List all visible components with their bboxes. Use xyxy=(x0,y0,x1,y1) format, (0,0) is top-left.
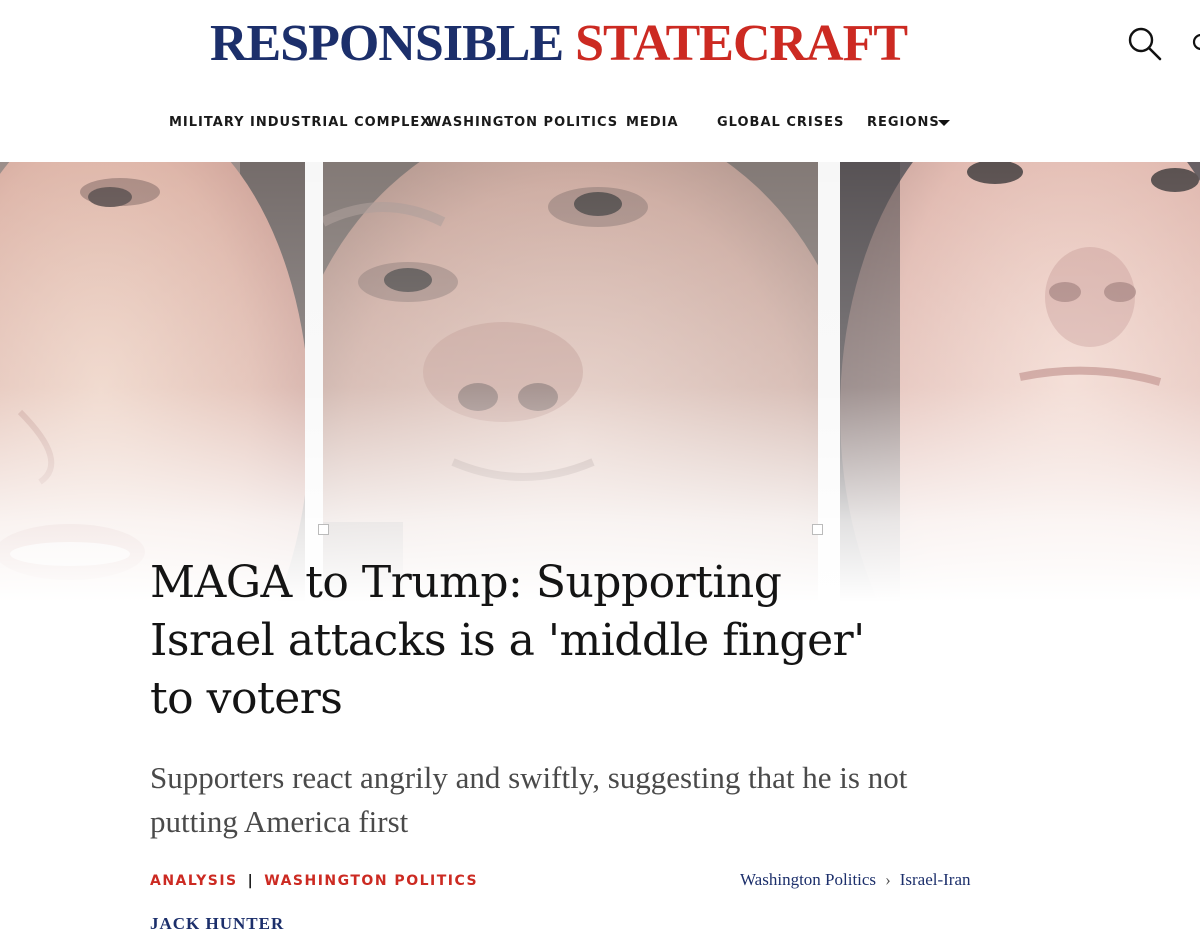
article-headline: MAGA to Trump: Supporting Israel attacks… xyxy=(150,557,865,724)
site-header: RESPONSIBLE STATECRAFT xyxy=(0,0,1200,85)
category-analysis-link[interactable]: ANALYSIS xyxy=(150,873,238,889)
nav-item-regions[interactable]: REGIONS xyxy=(867,114,940,132)
chevron-down-icon[interactable] xyxy=(938,120,950,126)
search-icon xyxy=(1128,27,1162,61)
site-logo[interactable]: RESPONSIBLE STATECRAFT xyxy=(210,14,908,74)
category-washington-politics-link[interactable]: WASHINGTON POLITICS xyxy=(264,873,478,889)
partial-icon[interactable] xyxy=(1190,32,1200,52)
nav-item-media[interactable]: MEDIA xyxy=(626,114,679,132)
main-nav: MILITARY INDUSTRIAL COMPLEX WASHINGTON P… xyxy=(0,84,1200,162)
nav-item-washington-politics[interactable]: WASHINGTON POLITICS xyxy=(427,114,618,132)
logo-text-responsible: RESPONSIBLE xyxy=(210,15,564,72)
breadcrumb-israel-iran[interactable]: Israel-Iran xyxy=(900,870,971,889)
category-separator: | xyxy=(247,873,255,889)
nav-item-military-industrial-complex[interactable]: MILITARY INDUSTRIAL COMPLEX xyxy=(169,114,431,132)
nav-item-global-crises[interactable]: GLOBAL CRISES xyxy=(717,114,844,132)
breadcrumb: Washington Politics › Israel-Iran xyxy=(740,870,971,890)
resize-handle[interactable] xyxy=(318,524,329,535)
article-categories: ANALYSIS | WASHINGTON POLITICS xyxy=(150,872,478,890)
author-byline[interactable]: JACK HUNTER xyxy=(150,914,284,934)
breadcrumb-washington-politics[interactable]: Washington Politics xyxy=(740,870,876,889)
article-subheadline: Supporters react angrily and swiftly, su… xyxy=(150,760,908,839)
logo-text-statecraft: STATECRAFT xyxy=(575,15,908,72)
chevron-right-icon: › xyxy=(885,870,891,889)
resize-handle[interactable] xyxy=(812,524,823,535)
search-button[interactable] xyxy=(1125,24,1165,64)
